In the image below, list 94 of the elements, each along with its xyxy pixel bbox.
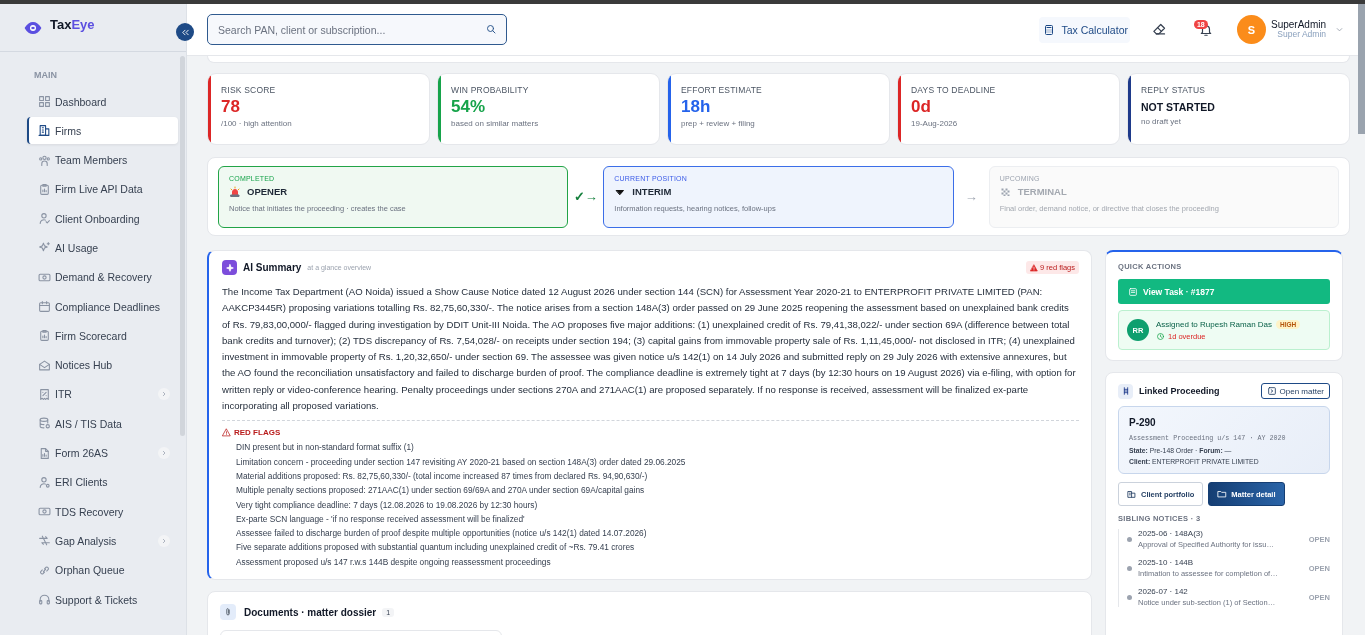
user-name: SuperAdmin <box>1270 20 1326 31</box>
stage-title: OPENER <box>247 186 288 197</box>
sidebar-item[interactable]: Dashboard <box>27 88 178 115</box>
building-icon <box>38 124 51 138</box>
metric-label: WIN PROBABILITY <box>451 85 530 95</box>
proceeding-id: P-290 <box>1129 417 1157 428</box>
card-title: AI Summary <box>243 262 302 273</box>
sidebar-item[interactable]: Form 26AS <box>27 439 178 467</box>
notice-title: 2025-10 · 144B <box>1138 558 1195 567</box>
search-field[interactable]: Search PAN, client or subscription... <box>207 14 507 45</box>
folder-icon <box>1217 489 1228 499</box>
flag-item: Five separate additions proposed with substantial quantum including unexplained credit of ~Rs. 79.41 crores <box>236 541 636 555</box>
headset-icon <box>38 593 51 607</box>
calculator-icon <box>1043 23 1056 36</box>
flag-item: Assessee failed to discharge burden of proof despite multiple opportunities (notice u/s 142(1) dated 14.07.2026) <box>236 527 648 541</box>
brand-name: TaxEye <box>50 17 95 32</box>
flag-item: Assessment proposed u/s 147 r.w.s 144B despite ongoing reassessment proceedings <box>236 555 552 569</box>
sidebar-item[interactable]: AI Usage <box>27 234 178 262</box>
envelope-icon <box>38 358 51 372</box>
metric-value: NOT STARTED <box>1141 101 1216 113</box>
database-icon <box>38 417 51 431</box>
sidebar-item[interactable]: Compliance Deadlines <box>27 293 178 321</box>
arrows-icon <box>38 534 51 548</box>
flag-item: Limitation concern - proceeding under section 147 revisiting AY 2020-21 based on section 148A(3) order dated 29.06.2025 <box>236 455 687 469</box>
stage-title: TERMINAL <box>1017 186 1067 197</box>
card-title: Documents · matter dossier <box>244 606 377 618</box>
tax-calculator-button[interactable]: Tax Calculator <box>1039 16 1130 43</box>
notice-title: 2025-06 · 148A(3) <box>1138 529 1204 538</box>
metric-label: DAYS TO DEADLINE <box>911 85 997 95</box>
person-icon <box>38 475 51 489</box>
notice-title: 2026-07 · 142 <box>1138 587 1189 596</box>
card-title: Linked Proceeding <box>1139 386 1220 396</box>
sidebar-item[interactable]: Firms <box>27 117 178 145</box>
document-icon <box>38 446 51 460</box>
collapse-button[interactable] <box>176 23 194 41</box>
flag-item: Multiple penalty sections proposed: 271AAC(1) under section 69/69A and 270A under section 69A/capital gains <box>236 484 646 498</box>
person-icon <box>38 212 51 226</box>
section-label: MAIN <box>33 70 58 80</box>
section-heading: RED FLAGS <box>234 428 281 438</box>
sidebar-item[interactable]: Demand & Recovery <box>27 263 178 291</box>
metric-value: 78 <box>221 97 241 117</box>
flag-item: DIN present but in non-standard format suffix (1) <box>236 441 415 455</box>
siren-icon <box>229 185 241 198</box>
metric-note: based on similar matters <box>451 119 540 128</box>
sidebar-item[interactable]: TDS Recovery <box>27 498 178 526</box>
metric-note: prep + review + filing <box>681 119 756 128</box>
metric-label: RISK SCORE <box>221 85 277 95</box>
status-dot <box>1127 565 1132 571</box>
sidebar-item[interactable]: Client Onboarding <box>27 205 178 233</box>
metric-note: /100 · high attention <box>221 119 293 128</box>
paperclip-icon <box>220 604 236 621</box>
sidebar-item[interactable]: Orphan Queue <box>27 556 178 584</box>
grid-icon <box>38 95 51 108</box>
receipt-icon <box>38 387 51 401</box>
metric-value: 0d <box>911 97 932 117</box>
external-icon <box>1266 386 1277 396</box>
sidebar-item[interactable]: ITR <box>27 380 178 408</box>
sidebar-item[interactable]: Gap Analysis <box>27 527 178 555</box>
portfolio-icon <box>1127 489 1137 499</box>
summary-text: The Income Tax Department (AO Noida) issued a Show Cause Notice dated 12 August 2026 under section 144 (SCN) for Assessment Year 2020-21 to ENTERPROFIT PRIVATE LIMITED (PAN: AAKCP3445R) proposing variations totalling Rs. 82,75,60,330/-. The notice arises from a section 148A(3) order passed on 29 June 2025 reopening the assessment based on unexplained bank credits of Rs. 79,83,00,000/- flagged during investigation by DDIT Unit-III Noida. The AO proposes five major additions: (1) unexplained credit of Rs. 79,41,38,022/- under section 69A (difference between total bank credits and turnover); (2) TDS discrepancy of Rs. 7,54,028/- on receipts under section 194; (3) capital gains from immovable property sale of Rs. 1,11,45,000/- not disclosed in ITR; (4) unexplained investment in immovable property of Rs. 1,20,32,650/- under section 69. The assessee was given notice u/s 142(1) on 14 July 2026 and submitted reply on 29 July 2026 with extensive annexures, but the AO found the reconciliation unsatisfactory and failed to discharge burden of proof. The compliance deadline is extremely tight at 7 days (by 12:30 hours on 19 August 2026) via e-filing, with option for written reply or video-conference hearing. Penalty proceedings under sections 270A and 271AAC(1) are proposed separately. If no response is received, assessment will be finalized ex-parte incorporating all proposed variations. <box>222 285 1077 414</box>
metric-value: 54% <box>451 97 487 117</box>
warning-icon <box>222 428 231 438</box>
status-dot <box>1127 594 1132 600</box>
metric-value: 18h <box>681 97 712 117</box>
sidebar-item[interactable]: Team Members <box>27 146 178 174</box>
stage-arrow: ✓→ <box>572 189 599 204</box>
user-role: Super Admin <box>1277 30 1326 39</box>
link-icon <box>38 563 51 577</box>
sidebar-item[interactable]: AIS / TIS Data <box>27 410 178 438</box>
metric-label: EFFORT ESTIMATE <box>681 85 763 95</box>
eraser-icon[interactable] <box>1151 22 1167 37</box>
people-icon <box>38 153 51 167</box>
stage-title: INTERIM <box>632 186 672 197</box>
metric-label: REPLY STATUS <box>1141 85 1207 95</box>
search-icon <box>485 23 497 35</box>
metric-note: no draft yet <box>1141 117 1183 126</box>
stage-arrow: → <box>963 189 979 204</box>
flag-item: Ex-parte SCN language - 'if no response received assessment will be finalized' <box>236 512 526 526</box>
clipboard-icon <box>38 182 51 196</box>
sidebar-item[interactable]: Notices Hub <box>27 351 178 379</box>
status-dot <box>1127 536 1132 542</box>
task-icon <box>1128 286 1138 297</box>
flag-item: Very tight compliance deadline: 7 days (12.08.2026 to 19.08.2026 by 12:30 hours) <box>236 498 539 512</box>
metric-note: 19-Aug-2026 <box>911 119 959 128</box>
sidebar-item[interactable]: ERI Clients <box>27 468 178 496</box>
clipboard-icon <box>38 329 51 343</box>
calendar-icon <box>38 300 51 314</box>
flag-item: Material additions proposed: Rs. 82,75,60,330/- (total income increased 87 times from declared Rs. 94,90,630/-) <box>236 469 649 483</box>
clock-icon <box>1156 331 1165 341</box>
sidebar-item[interactable]: Firm Live API Data <box>27 175 178 203</box>
sidebar-item[interactable]: Firm Scorecard <box>27 322 178 350</box>
open-matter-button[interactable]: Open matter <box>1260 383 1330 399</box>
assignee-text: Assigned to Rupesh Raman Das <box>1156 319 1273 329</box>
sidebar-item[interactable]: Support & Tickets <box>27 586 178 614</box>
